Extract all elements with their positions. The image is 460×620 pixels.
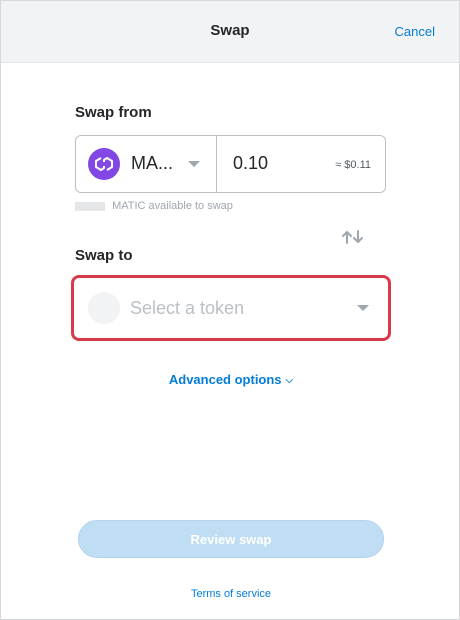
hidden-balance-amount xyxy=(75,201,105,211)
chevron-down-icon xyxy=(188,161,200,167)
chevron-down-icon xyxy=(357,305,369,311)
source-token-dropdown[interactable]: MA... xyxy=(76,136,217,192)
page-title: Swap xyxy=(210,22,250,39)
select-token-placeholder: Select a token xyxy=(130,298,245,318)
available-balance: MATIC available to swap xyxy=(75,200,233,214)
polygon-token-icon xyxy=(88,148,120,180)
swap-page: Swap Cancel Swap from MA... 0.10 ≈ $0.11… xyxy=(0,0,460,620)
cancel-link[interactable]: Cancel xyxy=(395,24,435,39)
terms-of-service-link[interactable]: Terms of service xyxy=(1,588,460,600)
source-token-symbol: MA... xyxy=(131,153,174,173)
token-placeholder-icon xyxy=(88,292,120,324)
advanced-options-label: Advanced options xyxy=(168,372,282,387)
swap-from-field: MA... 0.10 ≈ $0.11 xyxy=(75,135,386,193)
review-swap-button[interactable]: Review swap xyxy=(78,520,384,558)
destination-token-dropdown[interactable]: Select a token xyxy=(71,275,391,341)
chevron-down-icon: ⌵ xyxy=(285,375,294,386)
advanced-options-toggle[interactable]: Advanced options ⌵ xyxy=(1,372,460,387)
page-header: Swap Cancel xyxy=(1,1,459,63)
fiat-estimate: ≈ $0.11 xyxy=(335,159,371,171)
swap-arrows-icon[interactable] xyxy=(341,229,365,250)
swap-to-label: Swap to xyxy=(75,247,133,264)
swap-from-label: Swap from xyxy=(75,104,152,121)
amount-input[interactable]: 0.10 xyxy=(233,153,268,174)
available-balance-text: MATIC available to swap xyxy=(112,200,233,212)
